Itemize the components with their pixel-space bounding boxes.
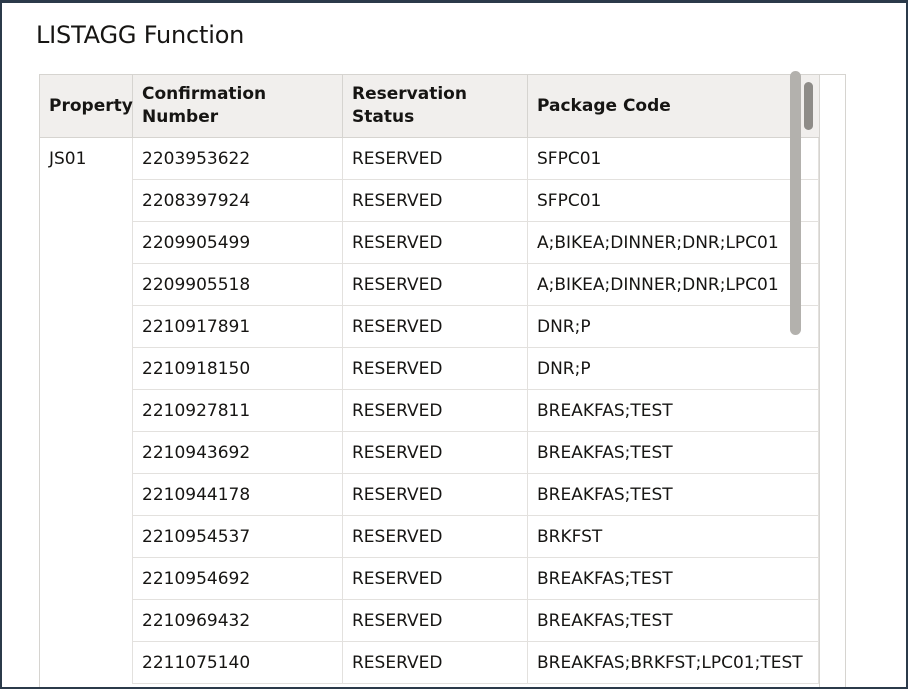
table-row[interactable]: 2210917891 RESERVED DNR;P <box>40 306 819 348</box>
cell-package-code: BREAKFAS;TEST <box>528 558 819 600</box>
cell-package-code: SFPC01 <box>528 180 819 222</box>
cell-reservation-status: RESERVED <box>343 432 528 474</box>
cell-property <box>40 348 133 390</box>
cell-confirmation-number: 2210969432 <box>133 600 343 642</box>
cell-reservation-status: RESERVED <box>343 558 528 600</box>
cell-package-code: SFPC01 <box>528 138 819 180</box>
cell-reservation-status: RESERVED <box>343 600 528 642</box>
header-scroll-handle[interactable] <box>804 82 813 130</box>
table-row[interactable]: 2210944178 RESERVED BREAKFAS;TEST <box>40 474 819 516</box>
cell-package-code: BREAKFAS;TEST <box>528 432 819 474</box>
cell-confirmation-number: 2209905518 <box>133 264 343 306</box>
table-row[interactable]: 2209905499 RESERVED A;BIKEA;DINNER;DNR;LPC… <box>40 222 819 264</box>
cell-property <box>40 516 133 558</box>
cell-reservation-status: RESERVED <box>343 642 528 684</box>
panel-title: LISTAGG Function <box>36 21 245 49</box>
cell-reservation-status: RESERVED <box>343 516 528 558</box>
cell-reservation-status: RESERVED <box>343 264 528 306</box>
cell-package-code: A;BIKEA;DINNER;DNR;LPC01 <box>528 222 819 264</box>
cell-package-code: BRKFST <box>528 516 819 558</box>
cell-property <box>40 222 133 264</box>
cell-reservation-status: RESERVED <box>343 390 528 432</box>
table-row[interactable]: 2208397924 RESERVED SFPC01 <box>40 180 819 222</box>
cell-property <box>40 264 133 306</box>
cell-package-code: DNR;P <box>528 306 819 348</box>
table-row[interactable]: 2210918150 RESERVED DNR;P <box>40 348 819 390</box>
table-row[interactable]: JS01 2203953622 RESERVED SFPC01 <box>40 138 819 180</box>
table-row[interactable]: 2210954692 RESERVED BREAKFAS;TEST <box>40 558 819 600</box>
listagg-panel: LISTAGG Function Property Confirmation N… <box>0 0 908 689</box>
column-header-confirmation-number[interactable]: Confirmation Number <box>133 75 343 137</box>
cell-property <box>40 642 133 684</box>
table-row[interactable]: 2209905518 RESERVED A;BIKEA;DINNER;DNR;LPC… <box>40 264 819 306</box>
cell-reservation-status: RESERVED <box>343 474 528 516</box>
cell-confirmation-number: 2210954692 <box>133 558 343 600</box>
grid-divider <box>819 75 820 687</box>
cell-property <box>40 306 133 348</box>
vertical-scrollbar-thumb[interactable] <box>790 71 801 335</box>
data-grid: Property Confirmation Number Reservation… <box>39 74 846 687</box>
cell-confirmation-number: 2211075140 <box>133 642 343 684</box>
cell-confirmation-number: 2208397924 <box>133 180 343 222</box>
table-row[interactable]: 2210969432 RESERVED BREAKFAS;TEST <box>40 600 819 642</box>
cell-package-code: BREAKFAS;TEST <box>528 600 819 642</box>
cell-package-code: BREAKFAS;TEST <box>528 390 819 432</box>
cell-property: JS01 <box>40 138 133 180</box>
cell-confirmation-number: 2210943692 <box>133 432 343 474</box>
table-row[interactable]: 2211075140 RESERVED BREAKFAS;BRKFST;LPC01;… <box>40 642 819 684</box>
cell-property <box>40 432 133 474</box>
cell-confirmation-number: 2210918150 <box>133 348 343 390</box>
cell-confirmation-number: 2210927811 <box>133 390 343 432</box>
column-header-property[interactable]: Property <box>40 75 133 137</box>
table-body: JS01 2203953622 RESERVED SFPC01 2208397924 RE… <box>40 138 819 684</box>
cell-package-code: BREAKFAS;TEST <box>528 474 819 516</box>
cell-package-code: A;BIKEA;DINNER;DNR;LPC01 <box>528 264 819 306</box>
cell-property <box>40 600 133 642</box>
cell-confirmation-number: 2209905499 <box>133 222 343 264</box>
cell-confirmation-number: 2210954537 <box>133 516 343 558</box>
column-header-reservation-status[interactable]: Reservation Status <box>343 75 528 137</box>
cell-package-code: DNR;P <box>528 348 819 390</box>
table-header: Property Confirmation Number Reservation… <box>40 75 797 138</box>
cell-property <box>40 474 133 516</box>
cell-property <box>40 558 133 600</box>
cell-confirmation-number: 2203953622 <box>133 138 343 180</box>
column-header-package-code[interactable]: Package Code <box>528 75 797 137</box>
cell-property <box>40 390 133 432</box>
cell-confirmation-number: 2210944178 <box>133 474 343 516</box>
cell-reservation-status: RESERVED <box>343 222 528 264</box>
table-row[interactable]: 2210954537 RESERVED BRKFST <box>40 516 819 558</box>
cell-reservation-status: RESERVED <box>343 348 528 390</box>
cell-property <box>40 180 133 222</box>
table-row[interactable]: 2210943692 RESERVED BREAKFAS;TEST <box>40 432 819 474</box>
table-row[interactable]: 2210927811 RESERVED BREAKFAS;TEST <box>40 390 819 432</box>
cell-reservation-status: RESERVED <box>343 306 528 348</box>
cell-confirmation-number: 2210917891 <box>133 306 343 348</box>
cell-reservation-status: RESERVED <box>343 138 528 180</box>
cell-package-code: BREAKFAS;BRKFST;LPC01;TEST <box>528 642 819 684</box>
cell-reservation-status: RESERVED <box>343 180 528 222</box>
